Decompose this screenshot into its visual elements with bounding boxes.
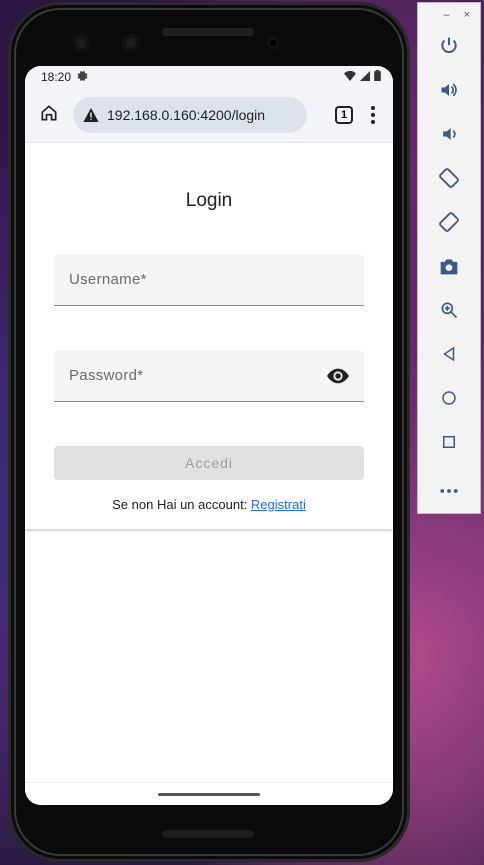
home-icon xyxy=(39,103,59,128)
rotate-left-icon xyxy=(438,167,460,194)
status-bar: 18:20 xyxy=(25,66,393,88)
front-sensor xyxy=(266,36,280,50)
volume-down-icon xyxy=(439,124,459,149)
emulator-toolbar: – × xyxy=(417,2,481,514)
signup-text: Se non Hai un account: xyxy=(112,497,248,512)
camera-lens xyxy=(72,34,90,52)
close-button[interactable]: × xyxy=(464,9,470,21)
earpiece-speaker xyxy=(162,28,254,36)
home-button[interactable] xyxy=(37,103,61,127)
minimize-button[interactable]: – xyxy=(443,9,449,21)
overview-icon xyxy=(440,433,458,456)
settings-gear-icon xyxy=(77,70,88,84)
gesture-nav-bar xyxy=(25,782,393,805)
page-title: Login xyxy=(185,190,233,211)
password-field[interactable]: Password* xyxy=(54,350,364,402)
not-secure-warning-icon[interactable] xyxy=(83,108,99,122)
register-link[interactable]: Registrati xyxy=(251,497,306,512)
rotate-left-button[interactable] xyxy=(418,165,480,195)
volume-up-button[interactable] xyxy=(418,77,480,107)
browser-toolbar: 192.168.0.160:4200/login 1 xyxy=(25,88,393,143)
menu-dot xyxy=(371,106,375,110)
camera-icon xyxy=(439,257,459,280)
device-screen: 18:20 192.168.0.160:4200/login 1 Login U… xyxy=(25,66,393,805)
more-button[interactable] xyxy=(418,475,480,505)
tab-switcher-button[interactable]: 1 xyxy=(335,106,353,124)
window-controls: – × xyxy=(418,3,480,27)
username-placeholder: Username* xyxy=(69,271,147,288)
home-nav-button[interactable] xyxy=(418,385,480,415)
power-icon xyxy=(439,36,459,61)
menu-dot xyxy=(371,113,375,117)
volume-down-button[interactable] xyxy=(418,121,480,151)
overview-button[interactable] xyxy=(418,429,480,459)
power-button[interactable] xyxy=(418,33,480,63)
zoom-button[interactable] xyxy=(418,297,480,327)
volume-up-icon xyxy=(439,80,459,105)
camera-lens xyxy=(122,34,140,52)
screenshot-button[interactable] xyxy=(418,253,480,283)
signup-prompt: Se non Hai un account: Registrati xyxy=(25,497,393,512)
login-card: Login Username* Password* Accedi Se non … xyxy=(25,143,393,529)
url-text: 192.168.0.160:4200/login xyxy=(107,107,266,123)
zoom-icon xyxy=(439,300,459,325)
rotate-right-button[interactable] xyxy=(418,209,480,239)
browser-menu-button[interactable] xyxy=(371,106,375,124)
password-placeholder: Password* xyxy=(69,367,144,384)
bottom-speaker xyxy=(162,830,254,838)
back-icon xyxy=(440,345,458,368)
menu-dot xyxy=(371,120,375,124)
username-field[interactable]: Username* xyxy=(54,254,364,306)
show-password-eye-icon[interactable] xyxy=(327,368,349,384)
address-bar[interactable]: 192.168.0.160:4200/login xyxy=(73,97,307,133)
back-button[interactable] xyxy=(418,341,480,371)
more-icon xyxy=(440,481,458,499)
status-time: 18:20 xyxy=(41,70,72,84)
home-circle-icon xyxy=(440,389,458,412)
battery-icon xyxy=(374,70,381,84)
signal-icon xyxy=(360,70,370,84)
rotate-right-icon xyxy=(438,211,460,238)
login-submit-button[interactable]: Accedi xyxy=(54,446,364,480)
wifi-icon xyxy=(344,70,356,84)
gesture-handle[interactable] xyxy=(158,793,260,796)
